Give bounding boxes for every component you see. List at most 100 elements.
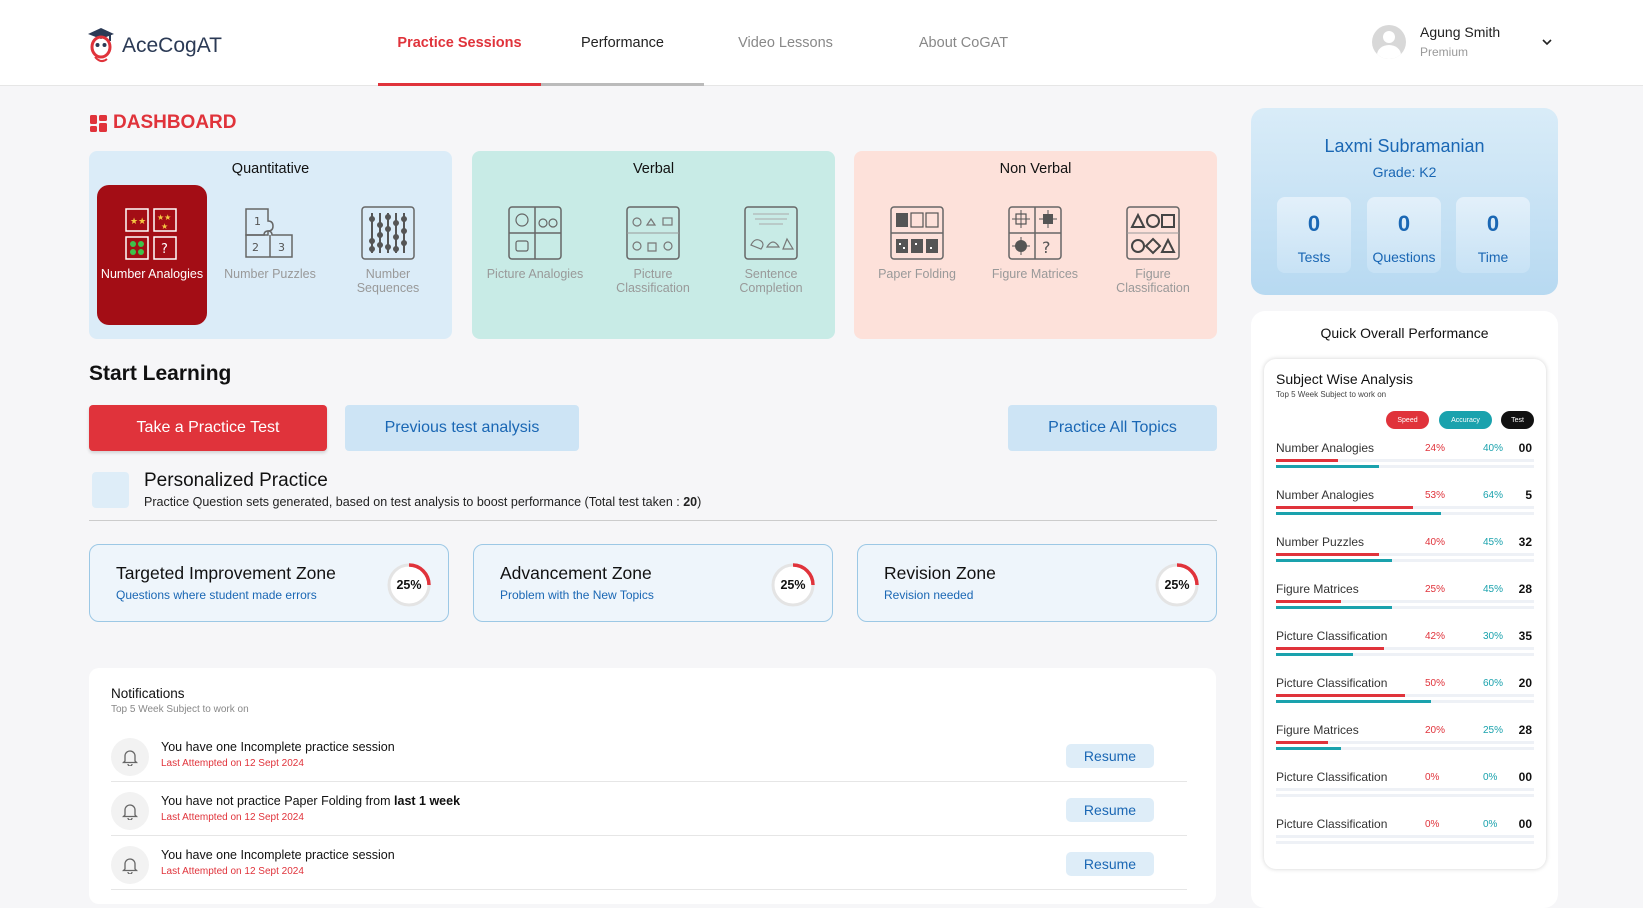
subject-name: Picture Classification <box>1276 676 1388 690</box>
stat-label: Questions <box>1372 249 1436 265</box>
speed-value: 0% <box>1425 772 1440 783</box>
topic-number-analogies[interactable]: ★★ ★★ ★ ? Number Analogies <box>97 185 207 325</box>
accuracy-bar-track <box>1276 512 1534 515</box>
tab-about-cogat[interactable]: About CoGAT <box>882 0 1045 86</box>
student-grade: Grade: K2 <box>1372 164 1437 180</box>
accuracy-bar-track <box>1276 606 1534 609</box>
test-count: 28 <box>1518 582 1532 596</box>
accuracy-value: 25% <box>1483 725 1504 736</box>
topic-figure-classification[interactable]: Figure Classification <box>1098 185 1208 325</box>
topic-number-puzzles[interactable]: 1 2 3 Number Puzzles <box>215 185 325 325</box>
subject-row: Number Analogies 53% 64% 5 <box>1276 488 1534 534</box>
notifications-panel: Notifications Top 5 Week Subject to work… <box>89 668 1216 904</box>
test-count: 00 <box>1518 441 1532 455</box>
legend-accuracy: Accuracy <box>1439 411 1492 429</box>
notification-item: You have one Incomplete practice session… <box>111 836 1187 890</box>
section-divider <box>89 520 1217 521</box>
resume-button[interactable]: Resume <box>1066 852 1154 876</box>
figure-classification-icon <box>1126 206 1180 260</box>
zone-subtitle: Questions where student made errors <box>116 588 317 602</box>
topic-paper-folding[interactable]: Paper Folding <box>862 185 972 325</box>
tab-video-lessons[interactable]: Video Lessons <box>704 0 867 86</box>
resume-button[interactable]: Resume <box>1066 798 1154 822</box>
speed-bar-fill <box>1276 506 1413 509</box>
zone-revision[interactable]: Revision Zone Revision needed 25% <box>857 544 1217 622</box>
student-name: Laxmi Subramanian <box>1324 136 1485 156</box>
accuracy-value: 0% <box>1483 819 1498 830</box>
accuracy-bar-track <box>1276 465 1534 468</box>
test-count: 32 <box>1518 535 1532 549</box>
zone-targeted-improvement[interactable]: Targeted Improvement Zone Questions wher… <box>89 544 449 622</box>
user-menu[interactable]: Agung Smith Premium <box>1372 24 1500 59</box>
zone-advancement[interactable]: Advancement Zone Problem with the New To… <box>473 544 833 622</box>
speed-bar-track <box>1276 741 1534 744</box>
topic-label: Number Analogies <box>100 267 204 281</box>
subject-row: Picture Classification 0% 0% 00 <box>1276 770 1534 816</box>
svg-text:★★: ★★ <box>157 213 171 222</box>
topic-number-sequences[interactable]: Number Sequences <box>333 185 443 325</box>
previous-test-analysis-button[interactable]: Previous test analysis <box>345 405 579 451</box>
notification-item: You have one Incomplete practice session… <box>111 728 1187 782</box>
topic-sentence-completion[interactable]: Sentence Completion <box>716 185 826 325</box>
practice-all-topics-button[interactable]: Practice All Topics <box>1008 405 1217 451</box>
subject-row: Picture Classification 0% 0% 00 <box>1276 817 1534 863</box>
tab-performance[interactable]: Performance <box>541 0 704 86</box>
speed-value: 50% <box>1425 678 1446 689</box>
accuracy-value: 0% <box>1483 772 1498 783</box>
speed-bar-track <box>1276 694 1534 697</box>
take-practice-test-button[interactable]: Take a Practice Test <box>89 405 327 451</box>
subject-analysis-card: Subject Wise Analysis Top 5 Week Subject… <box>1264 359 1546 869</box>
test-count: 28 <box>1518 723 1532 737</box>
speed-value: 40% <box>1425 537 1446 548</box>
stat-label: Tests <box>1297 249 1331 265</box>
speed-bar-track <box>1276 600 1534 603</box>
accuracy-value: 64% <box>1483 490 1504 501</box>
topic-figure-matrices[interactable]: ? Figure Matrices <box>980 185 1090 325</box>
resume-button[interactable]: Resume <box>1066 744 1154 768</box>
category-verbal: Verbal Picture Analogies Picture Classif… <box>472 151 835 339</box>
top-header: AceCogAT Practice Sessions Performance V… <box>0 0 1643 86</box>
subject-name: Picture Classification <box>1276 817 1388 831</box>
subject-name: Figure Matrices <box>1276 582 1359 596</box>
tab-practice-sessions[interactable]: Practice Sessions <box>378 0 541 86</box>
notifications-title: Notifications <box>111 686 185 701</box>
speed-bar-fill <box>1276 694 1405 697</box>
svg-text:1: 1 <box>254 215 261 228</box>
page-title: DASHBOARD <box>113 112 237 133</box>
zone-subtitle: Revision needed <box>884 588 974 602</box>
accuracy-bar-track <box>1276 653 1534 656</box>
zone-percent: 25% <box>780 578 806 592</box>
speed-value: 25% <box>1425 584 1446 595</box>
picture-analogies-icon <box>508 206 562 260</box>
dashboard-grid-icon <box>90 114 107 132</box>
chevron-down-icon[interactable] <box>1541 37 1553 47</box>
app-name: AceCogAT <box>122 34 222 57</box>
stat-label: Time <box>1477 249 1509 265</box>
test-count: 00 <box>1518 817 1532 831</box>
zone-percent: 25% <box>396 578 422 592</box>
topic-label: Number Sequences <box>356 267 420 295</box>
bell-icon <box>111 846 149 884</box>
stat-value: 0 <box>1307 211 1321 236</box>
topic-label: Number Puzzles <box>224 267 316 281</box>
app-logo[interactable]: AceCogAT <box>86 26 222 66</box>
speed-bar-track <box>1276 788 1534 791</box>
zone-subtitle: Problem with the New Topics <box>500 588 654 602</box>
speed-bar-fill <box>1276 600 1341 603</box>
category-quantitative: Quantitative ★★ ★★ ★ ? Number Analogies … <box>89 151 452 339</box>
topic-label: Figure Classification <box>1116 267 1190 295</box>
personalized-practice-subtitle: Practice Question sets generated, based … <box>144 495 702 509</box>
subject-row: Number Puzzles 40% 45% 32 <box>1276 535 1534 581</box>
subject-name: Picture Classification <box>1276 770 1388 784</box>
accuracy-value: 45% <box>1483 584 1504 595</box>
topic-label: Picture Classification <box>616 267 690 295</box>
speed-bar-fill <box>1276 741 1328 744</box>
speed-value: 42% <box>1425 631 1446 642</box>
bell-icon <box>111 792 149 830</box>
notification-date: Last Attempted on 12 Sept 2024 <box>161 866 304 877</box>
topic-label: Paper Folding <box>878 267 956 281</box>
accuracy-value: 45% <box>1483 537 1504 548</box>
quick-performance-panel: Quick Overall Performance Subject Wise A… <box>1251 311 1558 908</box>
topic-picture-classification[interactable]: Picture Classification <box>598 185 708 325</box>
topic-picture-analogies[interactable]: Picture Analogies <box>480 185 590 325</box>
